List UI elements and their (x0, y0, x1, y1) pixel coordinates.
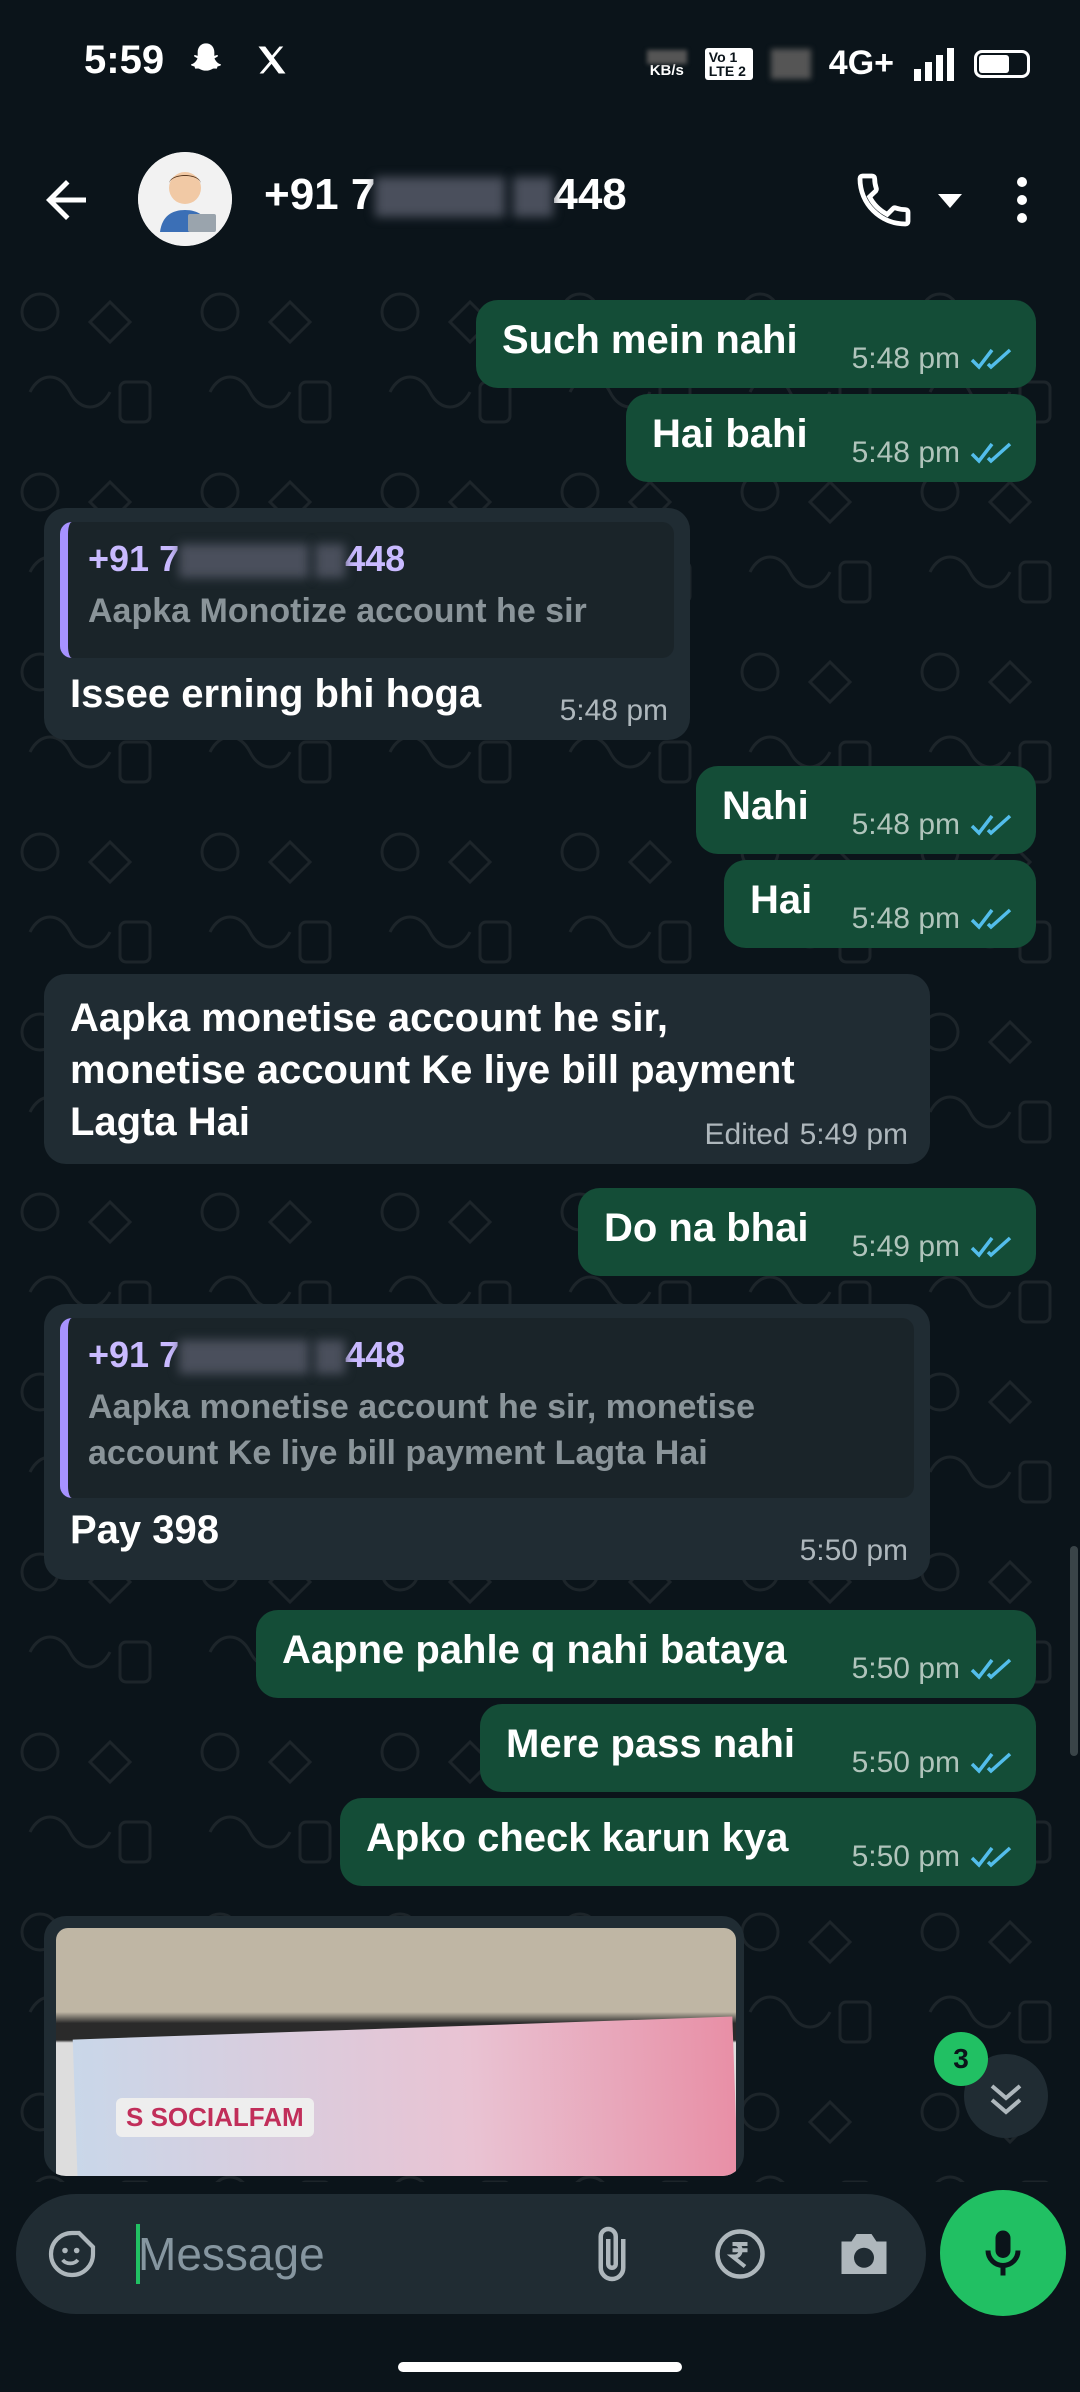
rupee-icon (710, 2224, 770, 2284)
redacted-number (375, 177, 506, 218)
message-text: Such mein nahi (502, 318, 798, 362)
home-indicator[interactable] (398, 2362, 682, 2372)
message-text: Nahi (722, 784, 809, 828)
message-bubble-outgoing[interactable]: Aapne pahle q nahi bataya 5:50 pm (256, 1610, 1036, 1698)
message-bubble-outgoing[interactable]: Such mein nahi 5:48 pm (476, 300, 1036, 388)
message-text: Hai (750, 878, 813, 922)
image-message[interactable]: S SOCIALFAM (44, 1916, 744, 2176)
speed-unit: KB/s (649, 61, 684, 79)
back-button[interactable] (36, 170, 96, 230)
message-bubble-incoming[interactable]: +91 7 448 Aapka Monotize account he sir I… (44, 508, 690, 740)
message-bubble-outgoing[interactable]: Hai 5:48 pm (724, 860, 1036, 948)
phone-icon (852, 168, 916, 232)
quoted-message[interactable]: +91 7 448 Aapka monetise account he sir, … (60, 1318, 914, 1498)
message-time: 5:48 pm (851, 436, 960, 469)
edited-label: Edited (704, 1118, 790, 1151)
signal-icon (912, 47, 956, 81)
message-bubble-incoming[interactable]: Aapka monetise account he sir, monetise … (44, 974, 930, 1164)
message-text: Aapka monetise account he sir, monetise … (70, 996, 795, 1144)
read-ticks-icon (970, 812, 1014, 838)
message-bubble-outgoing[interactable]: Mere pass nahi 5:50 pm (480, 1704, 1036, 1792)
message-time: 5:49 pm (799, 1118, 908, 1151)
quoted-text: account Ke liye bill payment Lagta Hai (88, 1434, 708, 1472)
payment-button[interactable] (710, 2224, 770, 2284)
attach-button[interactable] (582, 2224, 642, 2284)
unread-count-badge: 3 (934, 2032, 988, 2086)
voice-message-button[interactable] (940, 2190, 1066, 2316)
chat-header: +91 7 448 (0, 130, 1080, 272)
message-time: 5:48 pm (851, 808, 960, 841)
message-time: 5:50 pm (851, 1840, 960, 1873)
quoted-text: Aapka Monotize account he sir (88, 592, 587, 630)
read-ticks-icon (970, 440, 1014, 466)
x-icon (254, 42, 290, 78)
message-text: Issee erning bhi hoga (70, 672, 482, 716)
back-arrow-icon (36, 170, 96, 230)
message-time: 5:50 pm (799, 1534, 908, 1567)
message-text: Mere pass nahi (506, 1722, 796, 1766)
network-type: 4G+ (828, 44, 894, 82)
battery-icon (974, 49, 1030, 78)
status-bar: 5:59 KB/s Vo 1 LTE 2 4G+ (0, 0, 1080, 130)
image-logo-text: S SOCIALFAM (116, 2098, 314, 2137)
message-bubble-outgoing[interactable]: Apko check karun kya 5:50 pm (340, 1798, 1036, 1886)
message-text: Hai bahi (652, 412, 808, 456)
read-ticks-icon (970, 906, 1014, 932)
status-time: 5:59 (84, 38, 165, 82)
volte-badge: Vo 1 LTE 2 (704, 47, 753, 80)
mic-icon (973, 2223, 1033, 2283)
emoji-sticker-button[interactable] (44, 2226, 100, 2282)
more-options-button[interactable] (1006, 168, 1038, 232)
message-text: Pay 398 (70, 1508, 220, 1552)
message-bubble-outgoing[interactable]: Nahi 5:48 pm (696, 766, 1036, 854)
message-time: 5:48 pm (559, 694, 668, 727)
contact-name[interactable]: +91 7 448 (264, 170, 627, 220)
message-text: Aapne pahle q nahi bataya (282, 1628, 787, 1672)
message-time: 5:50 pm (851, 1746, 960, 1779)
message-composer: Message (16, 2194, 926, 2314)
blurred-signal (770, 48, 811, 79)
message-bubble-outgoing[interactable]: Hai bahi 5:48 pm (626, 394, 1036, 482)
quoted-sender: +91 7 448 (88, 538, 406, 579)
message-bubble-incoming[interactable]: +91 7 448 Aapka monetise account he sir, … (44, 1304, 930, 1580)
image-thumbnail[interactable]: S SOCIALFAM (56, 1928, 736, 2176)
message-time: 5:50 pm (851, 1652, 960, 1685)
voice-call-button[interactable] (852, 168, 916, 232)
read-ticks-icon (970, 1750, 1014, 1776)
camera-icon (834, 2226, 894, 2282)
contact-avatar[interactable] (138, 152, 232, 246)
quoted-message[interactable]: +91 7 448 Aapka Monotize account he sir (60, 522, 674, 658)
chat-area[interactable]: Such mein nahi 5:48 pm Hai bahi 5:48 pm … (0, 272, 1080, 2182)
message-input[interactable]: Message (138, 2224, 325, 2284)
message-time: 5:48 pm (851, 902, 960, 935)
read-ticks-icon (970, 1844, 1014, 1870)
read-ticks-icon (970, 346, 1014, 372)
quoted-sender: +91 7 448 (88, 1334, 406, 1375)
dropdown-icon (932, 188, 968, 212)
camera-button[interactable] (834, 2226, 894, 2282)
message-text: Do na bhai (604, 1206, 809, 1250)
sticker-icon (44, 2226, 100, 2282)
message-time: 5:48 pm (851, 342, 960, 375)
message-bubble-outgoing[interactable]: Do na bhai 5:49 pm (578, 1188, 1036, 1276)
message-text: Apko check karun kya (366, 1816, 789, 1860)
chat-scrollbar[interactable] (1070, 1546, 1078, 1756)
read-ticks-icon (970, 1234, 1014, 1260)
more-vert-icon (1006, 168, 1038, 232)
message-time: 5:49 pm (851, 1230, 960, 1263)
network-speed: KB/s (646, 49, 687, 79)
snapchat-icon (186, 40, 226, 80)
read-ticks-icon (970, 1656, 1014, 1682)
quoted-text: Aapka monetise account he sir, monetise (88, 1388, 756, 1426)
call-options-dropdown[interactable] (932, 188, 968, 212)
paperclip-icon (582, 2224, 642, 2284)
